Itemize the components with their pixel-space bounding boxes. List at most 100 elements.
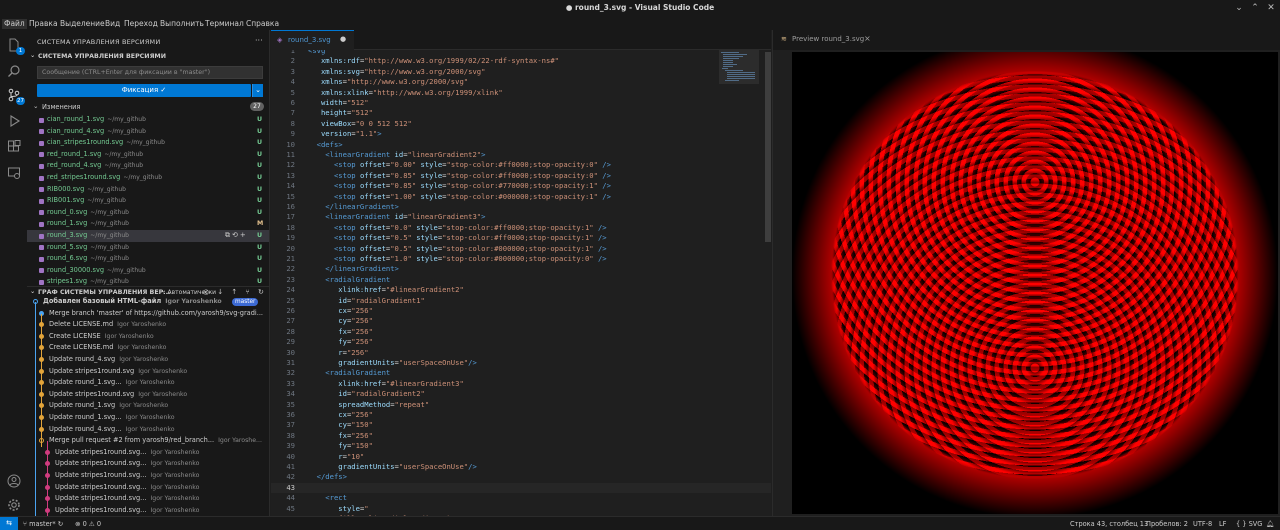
graph-commit-row[interactable]: Update stripes1round.svg Igor Yaroshenko xyxy=(27,366,269,378)
code-line[interactable]: 18 <stop offset="0.0" style="stop-color:… xyxy=(271,223,771,233)
list-item[interactable]: cian_round_1.svg ~/my_github U xyxy=(27,114,269,126)
code-line[interactable]: 36 cx="256" xyxy=(271,410,771,420)
code-line[interactable]: 21 <stop offset="1.0" style="stop-color:… xyxy=(271,254,771,264)
menu-edit[interactable]: Правка xyxy=(27,19,60,29)
language-mode[interactable]: { } SVG xyxy=(1236,520,1262,528)
code-line[interactable]: 29 fy="256" xyxy=(271,337,771,347)
commit-button[interactable]: Фиксация ✓ xyxy=(37,84,251,97)
code-line[interactable]: 32 <radialGradient xyxy=(271,368,771,378)
graph-commit-row[interactable]: Create LICENSE.md Igor Yaroshenko xyxy=(27,342,269,354)
code-line[interactable]: 33 xlink:href="#linearGradient3" xyxy=(271,379,771,389)
graph-commit-row[interactable]: Update stripes1round.svg... Igor Yaroshen… xyxy=(27,458,269,470)
code-line[interactable]: 22 </linearGradient> xyxy=(271,264,771,274)
more-actions-button[interactable]: ··· xyxy=(255,36,263,45)
code-line[interactable]: 16 </linearGradient> xyxy=(271,202,771,212)
row-actions[interactable]: ⧉⟲+ xyxy=(225,230,248,242)
settings-gear-icon[interactable] xyxy=(7,498,21,512)
code-line[interactable]: 14 <stop offset="0.85" style="stop-color… xyxy=(271,181,771,191)
graph-commit-row[interactable]: Update stripes1round.svg... Igor Yaroshen… xyxy=(27,447,269,459)
list-item[interactable]: round_0.svg ~/my_github U xyxy=(27,207,269,219)
account-icon[interactable] xyxy=(7,474,21,488)
menu-go[interactable]: Переход xyxy=(122,19,160,29)
list-item[interactable]: red_round_4.svg ~/my_github U xyxy=(27,160,269,172)
list-item[interactable]: cian_stripes1round.svg ~/my_github U xyxy=(27,137,269,149)
code-line[interactable]: 31 gradientUnits="userSpaceOnUse"/> xyxy=(271,358,771,368)
search-icon[interactable] xyxy=(7,64,21,78)
code-line[interactable]: 24 xlink:href="#linearGradient2" xyxy=(271,285,771,295)
graph-commit-row[interactable]: Update stripes1round.svg... Igor Yaroshen… xyxy=(27,493,269,505)
code-line[interactable]: 9 version="1.1"> xyxy=(271,129,771,139)
maximize-button[interactable]: ⌃ xyxy=(1248,2,1262,15)
code-line[interactable]: 3 xmlns:svg="http://www.w3.org/2000/svg" xyxy=(271,67,771,77)
code-line[interactable]: 13 <stop offset="0.85" style="stop-color… xyxy=(271,171,771,181)
graph-commit-row[interactable]: Update stripes1round.svg... Igor Yaroshen… xyxy=(27,482,269,494)
graph-commit-row[interactable]: Update round_1.svg Igor Yaroshenko xyxy=(27,400,269,412)
changes-group[interactable]: ⌄ Изменения xyxy=(27,102,270,112)
code-line[interactable]: 12 <stop offset="0.00" style="stop-color… xyxy=(271,160,771,170)
line-ending[interactable]: LF xyxy=(1219,520,1226,528)
code-line[interactable]: 37 cy="150" xyxy=(271,420,771,430)
code-line[interactable]: 40 r="10" xyxy=(271,452,771,462)
list-item[interactable]: round_1.svg ~/my_github M xyxy=(27,218,269,230)
code-line[interactable]: 2 xmlns:rdf="http://www.w3.org/1999/02/2… xyxy=(271,56,771,66)
notifications-bell-icon[interactable]: 🔔︎ xyxy=(1266,520,1274,528)
graph-commit-row[interactable]: Merge branch 'master' of https://github.… xyxy=(27,308,269,320)
menu-terminal[interactable]: Терминал xyxy=(203,19,246,29)
commit-message-input[interactable]: Сообщение (CTRL+Enter для фиксации в "ma… xyxy=(37,66,263,79)
code-line[interactable]: 19 <stop offset="0.5" style="stop-color:… xyxy=(271,233,771,243)
graph-commit-row[interactable]: Update round_4.svg Igor Yaroshenko xyxy=(27,354,269,366)
code-line[interactable]: 11 <linearGradient id="linearGradient2"> xyxy=(271,150,771,160)
code-line[interactable]: 4 xmlns="http://www.w3.org/2000/svg" xyxy=(271,77,771,87)
code-line[interactable]: 15 <stop offset="1.00" style="stop-color… xyxy=(271,192,771,202)
list-item[interactable]: cian_round_4.svg ~/my_github U xyxy=(27,126,269,138)
code-line[interactable]: 43 xyxy=(271,482,771,494)
menu-view[interactable]: Вид xyxy=(103,19,122,29)
code-line[interactable]: 6 width="512" xyxy=(271,98,771,108)
code-line[interactable]: 41 gradientUnits="userSpaceOnUse"/> xyxy=(271,462,771,472)
remote-indicator-icon[interactable]: ⇆ xyxy=(0,517,18,530)
run-debug-icon[interactable] xyxy=(7,114,21,128)
menu-file[interactable]: Файл xyxy=(2,19,27,29)
code-line[interactable]: 34 id="radialGradient2" xyxy=(271,389,771,399)
list-item[interactable]: RIB001.svg ~/my_github U xyxy=(27,195,269,207)
graph-commit-row[interactable]: Update round_1.svg... Igor Yaroshenko xyxy=(27,377,269,389)
graph-commit-row[interactable]: Update round_1.svg... Igor Yaroshenko xyxy=(27,412,269,424)
extensions-icon[interactable] xyxy=(7,140,21,154)
encoding[interactable]: UTF-8 xyxy=(1193,520,1212,528)
list-item[interactable]: round_3.svg ~/my_github ⧉⟲+ U xyxy=(27,230,269,242)
indentation[interactable]: Пробелов: 2 xyxy=(1146,520,1188,528)
list-item[interactable]: round_6.svg ~/my_github U xyxy=(27,253,269,265)
code-line[interactable]: 26 cx="256" xyxy=(271,306,771,316)
graph-commit-row[interactable]: Update stripes1round.svg... Igor Yaroshen… xyxy=(27,470,269,482)
minimap[interactable] xyxy=(719,50,759,130)
list-item[interactable]: red_round_1.svg ~/my_github U xyxy=(27,149,269,161)
code-line[interactable]: 44 <rect xyxy=(271,493,771,503)
code-line[interactable]: 25 id="radialGradient1" xyxy=(271,296,771,306)
list-item[interactable]: red_stripes1round.svg ~/my_github U xyxy=(27,172,269,184)
code-line[interactable]: 42 </defs> xyxy=(271,472,771,482)
problems-status[interactable]: ⊗ 0 ⚠ 0 xyxy=(75,520,101,528)
code-line[interactable]: 30 r="256" xyxy=(271,348,771,358)
code-line[interactable]: 28 fx="256" xyxy=(271,327,771,337)
list-item[interactable]: round_30000.svg ~/my_github U xyxy=(27,265,269,277)
tab-round-3-svg[interactable]: ◈ round_3.svg ● xyxy=(271,30,354,50)
graph-commit-row[interactable]: Create LICENSE Igor Yaroshenko xyxy=(27,331,269,343)
code-line[interactable]: 8 viewBox="0 0 512 512" xyxy=(271,119,771,129)
editor-scrollbar[interactable] xyxy=(765,52,771,242)
minimize-button[interactable]: ⌄ xyxy=(1232,2,1246,15)
commit-dropdown-button[interactable]: ⌄ xyxy=(252,84,263,97)
code-line[interactable]: 17 <linearGradient id="linearGradient3"> xyxy=(271,212,771,222)
code-line[interactable]: 20 <stop offset="0.5" style="stop-color:… xyxy=(271,244,771,254)
dirty-indicator-icon[interactable]: ● xyxy=(340,35,346,43)
list-item[interactable]: round_5.svg ~/my_github U xyxy=(27,242,269,254)
code-line[interactable]: 23 <radialGradient xyxy=(271,275,771,285)
code-line[interactable]: 35 spreadMethod="repeat" xyxy=(271,400,771,410)
graph-commit-row[interactable]: Update round_4.svg... Igor Yaroshenko xyxy=(27,424,269,436)
graph-actions[interactable]: ◎ ↓ ↑ ⑂ ↻ xyxy=(203,288,267,296)
tab-preview-round-3[interactable]: ≋ Preview round_3.svg × xyxy=(773,30,876,50)
graph-commit-row[interactable]: Update stripes1round.svg Igor Yaroshenko xyxy=(27,389,269,401)
graph-commit-row[interactable]: Добавлен базовый HTML-файл Igor Yaroshenk… xyxy=(27,296,269,308)
code-line[interactable]: 7 height="512" xyxy=(271,108,771,118)
code-line[interactable]: 10 <defs> xyxy=(271,140,771,150)
explorer-icon[interactable]: 1 xyxy=(7,38,25,55)
